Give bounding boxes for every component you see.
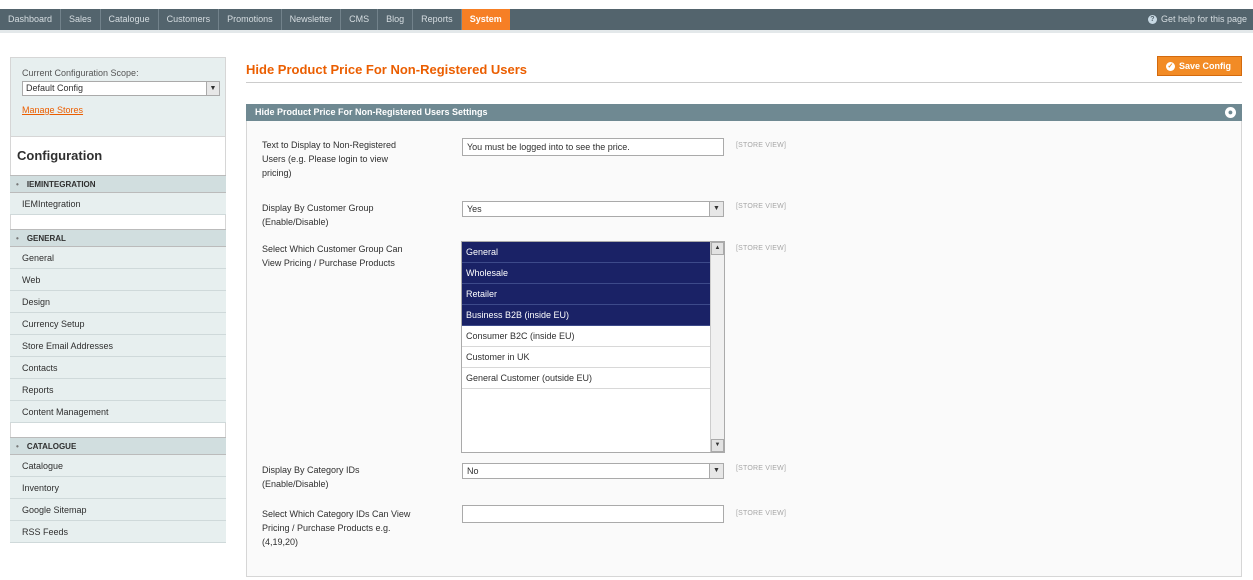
manage-stores-link[interactable]: Manage Stores bbox=[22, 105, 216, 115]
section-iemintegration[interactable]: • IEMINTEGRATION bbox=[10, 175, 226, 193]
field-row-text: Text to Display to Non-Registered Users … bbox=[262, 138, 412, 180]
sidebar-item-design[interactable]: Design bbox=[10, 291, 226, 313]
section-title: GENERAL bbox=[26, 234, 66, 243]
collapse-icon[interactable]: ● bbox=[1225, 107, 1236, 118]
sidebar-item-catalogue[interactable]: Catalogue bbox=[10, 455, 226, 477]
nav-item-sales[interactable]: Sales bbox=[61, 9, 101, 30]
field-row-group-enable: Display By Customer Group (Enable/Disabl… bbox=[262, 201, 412, 229]
scope-select[interactable]: Default Config ▼ bbox=[22, 81, 220, 96]
scroll-up-icon[interactable]: ▲ bbox=[711, 242, 724, 255]
sidebar: Current Configuration Scope: Default Con… bbox=[10, 57, 226, 543]
nav-item-catalogue[interactable]: Catalogue bbox=[101, 9, 159, 30]
option-wholesale[interactable]: Wholesale bbox=[462, 263, 710, 284]
nav-item-system[interactable]: System bbox=[461, 9, 510, 30]
save-config-button[interactable]: ✓ Save Config bbox=[1156, 56, 1242, 76]
title-divider bbox=[246, 82, 1242, 83]
sidebar-spacer bbox=[10, 215, 226, 229]
fieldset-title: Hide Product Price For Non-Registered Us… bbox=[255, 107, 488, 117]
option-retailer[interactable]: Retailer bbox=[462, 284, 710, 305]
scope-select-value: Default Config bbox=[26, 83, 84, 93]
option-general-customer-outside-eu[interactable]: General Customer (outside EU) bbox=[462, 368, 710, 389]
scope-label: Current Configuration Scope: bbox=[22, 68, 139, 78]
customer-group-enable-select[interactable]: Yes ▼ bbox=[462, 201, 724, 217]
nav-item-promotions[interactable]: Promotions bbox=[219, 9, 282, 30]
scope-tag: [STORE VIEW] bbox=[736, 142, 787, 149]
sidebar-item-currency-setup[interactable]: Currency Setup bbox=[10, 313, 226, 335]
option-consumer-b2c[interactable]: Consumer B2C (inside EU) bbox=[462, 326, 710, 347]
category-ids-input[interactable] bbox=[462, 505, 724, 523]
field-label: Select Which Customer Group Can View Pri… bbox=[262, 244, 403, 268]
field-label: Select Which Category IDs Can View Prici… bbox=[262, 509, 411, 547]
option-customer-in-uk[interactable]: Customer in UK bbox=[462, 347, 710, 368]
sidebar-item-google-sitemap[interactable]: Google Sitemap bbox=[10, 499, 226, 521]
save-config-label: Save Config bbox=[1178, 61, 1231, 71]
field-label: Display By Customer Group (Enable/Disabl… bbox=[262, 203, 374, 227]
sidebar-item-contacts[interactable]: Contacts bbox=[10, 357, 226, 379]
section-catalogue[interactable]: • CATALOGUE bbox=[10, 437, 226, 455]
nav-item-blog[interactable]: Blog bbox=[378, 9, 414, 30]
fieldset-header[interactable]: Hide Product Price For Non-Registered Us… bbox=[246, 104, 1242, 121]
nav-item-reports[interactable]: Reports bbox=[413, 9, 462, 30]
section-title: CATALOGUE bbox=[26, 442, 77, 451]
field-label: Text to Display to Non-Registered Users … bbox=[262, 140, 397, 178]
scroll-down-icon[interactable]: ▼ bbox=[711, 439, 724, 452]
bullet-icon: • bbox=[16, 442, 19, 451]
nav-item-newsletter[interactable]: Newsletter bbox=[282, 9, 342, 30]
field-row-category-ids: Select Which Category IDs Can View Prici… bbox=[262, 507, 412, 549]
scope-switcher: Current Configuration Scope: Default Con… bbox=[10, 57, 226, 137]
sidebar-item-content-management[interactable]: Content Management bbox=[10, 401, 226, 423]
section-general[interactable]: • GENERAL bbox=[10, 229, 226, 247]
chevron-down-icon: ▼ bbox=[709, 464, 723, 478]
sidebar-item-general[interactable]: General bbox=[10, 247, 226, 269]
scrollbar[interactable]: ▲ ▼ bbox=[710, 242, 724, 452]
sidebar-spacer bbox=[10, 423, 226, 437]
save-icon: ✓ bbox=[1165, 61, 1175, 71]
nav-item-cms[interactable]: CMS bbox=[341, 9, 379, 30]
help-label: Get help for this page bbox=[1160, 14, 1247, 24]
section-title: IEMINTEGRATION bbox=[26, 180, 96, 189]
scope-tag: [STORE VIEW] bbox=[736, 510, 787, 517]
chevron-down-icon: ▼ bbox=[709, 202, 723, 216]
bullet-icon: • bbox=[16, 180, 19, 189]
scope-tag: [STORE VIEW] bbox=[736, 245, 787, 252]
top-navigation: Dashboard Sales Catalogue Customers Prom… bbox=[0, 9, 1253, 33]
option-general[interactable]: General bbox=[462, 242, 710, 263]
configuration-title: Configuration bbox=[10, 137, 226, 175]
nav-item-dashboard[interactable]: Dashboard bbox=[0, 9, 62, 30]
nav-item-customers[interactable]: Customers bbox=[159, 9, 220, 30]
chevron-down-icon: ▼ bbox=[206, 82, 219, 95]
sidebar-item-iemintegration[interactable]: IEMIntegration bbox=[10, 193, 226, 215]
bullet-icon: • bbox=[16, 234, 19, 243]
sidebar-item-web[interactable]: Web bbox=[10, 269, 226, 291]
page-title: Hide Product Price For Non-Registered Us… bbox=[246, 62, 528, 77]
select-value: Yes bbox=[467, 204, 482, 214]
field-label: Display By Category IDs (Enable/Disable) bbox=[262, 465, 360, 489]
sidebar-item-inventory[interactable]: Inventory bbox=[10, 477, 226, 499]
text-to-display-input[interactable]: You must be logged into to see the price… bbox=[462, 138, 724, 156]
category-enable-select[interactable]: No ▼ bbox=[462, 463, 724, 479]
help-icon: ? bbox=[1147, 15, 1157, 24]
scope-tag: [STORE VIEW] bbox=[736, 465, 787, 472]
select-value: No bbox=[467, 466, 479, 476]
sidebar-item-rss-feeds[interactable]: RSS Feeds bbox=[10, 521, 226, 543]
sidebar-item-store-email-addresses[interactable]: Store Email Addresses bbox=[10, 335, 226, 357]
help-link[interactable]: ? Get help for this page bbox=[1147, 9, 1247, 30]
scope-tag: [STORE VIEW] bbox=[736, 203, 787, 210]
sidebar-item-reports[interactable]: Reports bbox=[10, 379, 226, 401]
field-row-category-enable: Display By Category IDs (Enable/Disable) bbox=[262, 463, 412, 491]
option-business-b2b[interactable]: Business B2B (inside EU) bbox=[462, 305, 710, 326]
field-row-group-select: Select Which Customer Group Can View Pri… bbox=[262, 242, 412, 270]
customer-group-multiselect[interactable]: General Wholesale Retailer Business B2B … bbox=[461, 241, 725, 453]
